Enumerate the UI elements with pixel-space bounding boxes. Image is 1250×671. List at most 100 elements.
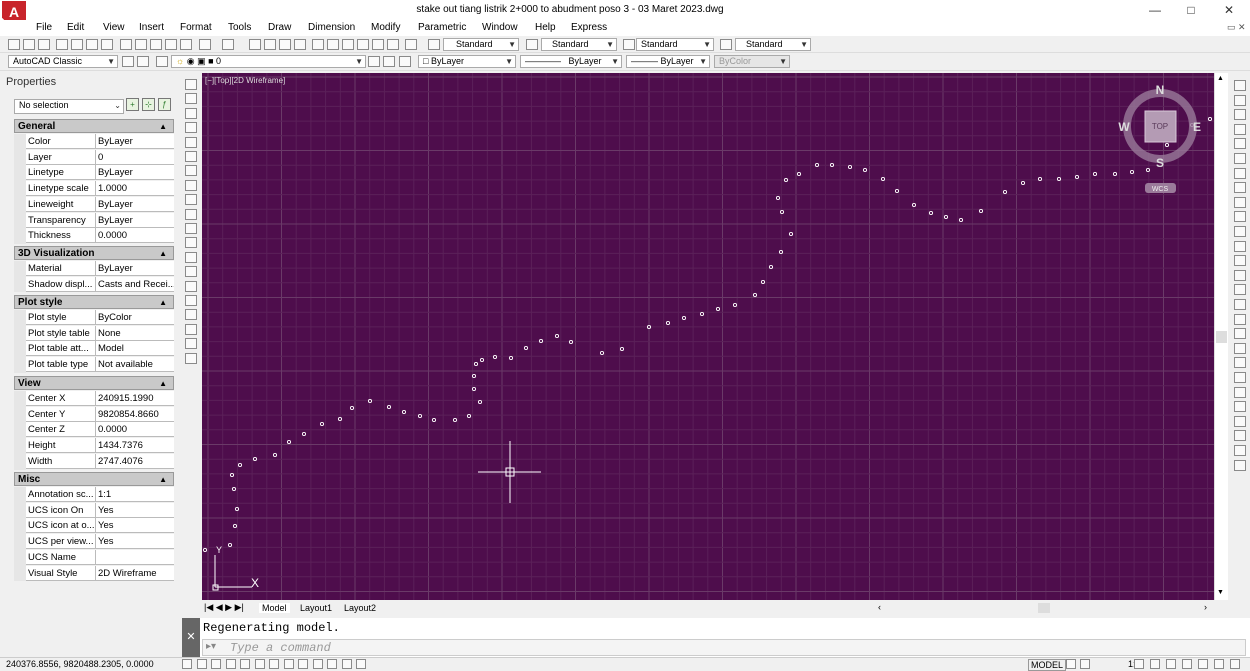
blend-curves-icon[interactable] — [1234, 313, 1246, 325]
match-properties-icon[interactable] — [165, 39, 177, 50]
section-3d-visualization[interactable]: 3D Visualization ▲ — [14, 246, 174, 260]
offset-icon[interactable] — [1234, 123, 1246, 135]
property-row[interactable]: Center X 240915.1990 — [26, 391, 174, 406]
viewcube[interactable]: TOP N S W E WCS — [1118, 83, 1201, 193]
scale-icon[interactable] — [1234, 182, 1246, 194]
property-value[interactable]: Yes — [95, 502, 174, 517]
property-row[interactable]: UCS icon at o... Yes — [26, 518, 174, 534]
hatch-icon[interactable] — [185, 280, 197, 292]
menu-modify[interactable]: Modify — [371, 22, 400, 33]
move-icon[interactable] — [1234, 153, 1246, 164]
mleader-style-combo[interactable]: Standard ▼ — [735, 38, 811, 51]
help-icon[interactable] — [405, 39, 417, 50]
menu-insert[interactable]: Insert — [139, 22, 164, 33]
revision-cloud-icon[interactable] — [185, 179, 197, 191]
property-value[interactable]: 0 — [95, 149, 174, 164]
osnap-toggle-icon[interactable] — [240, 659, 250, 669]
polyline-icon[interactable] — [185, 107, 197, 119]
annotation-visibility-icon[interactable] — [1134, 659, 1144, 669]
isolate-objects-icon[interactable] — [1198, 659, 1208, 669]
quick-properties-toggle-icon[interactable] — [341, 659, 352, 669]
spline-icon[interactable] — [185, 194, 197, 206]
property-value[interactable]: 0.0000 — [95, 228, 174, 243]
property-value[interactable]: Not available — [95, 357, 174, 372]
property-row[interactable]: Visual Style 2D Wireframe — [26, 565, 174, 581]
lineweight-display-toggle-icon[interactable] — [312, 659, 323, 669]
scale-text-icon[interactable] — [1234, 445, 1246, 456]
minimize-button[interactable]: — — [1143, 2, 1167, 18]
lock-ui-icon[interactable] — [1182, 659, 1192, 669]
viewport-controls[interactable]: [−][Top][2D Wireframe] — [205, 76, 285, 85]
tab-nav-icons[interactable]: |◀ ◀ ▶ ▶| — [204, 602, 244, 613]
array-icon[interactable] — [1234, 138, 1246, 150]
property-row[interactable]: UCS Name — [26, 549, 174, 565]
dyn-toggle-icon[interactable] — [298, 659, 308, 669]
extend-icon[interactable] — [1234, 226, 1246, 237]
property-value[interactable]: 240915.1990 — [95, 391, 174, 405]
property-row[interactable]: UCS per view... Yes — [26, 534, 174, 550]
property-value[interactable]: Yes — [95, 518, 174, 533]
dim-style-combo[interactable]: Standard ▼ — [541, 38, 617, 51]
scroll-right-icon[interactable]: › — [1204, 602, 1207, 612]
property-row[interactable]: Linetype ByLayer — [26, 165, 174, 181]
layer-manager-icon[interactable] — [156, 56, 168, 67]
plot-preview-icon[interactable] — [71, 39, 83, 50]
menu-file[interactable]: File — [36, 22, 52, 33]
scroll-left-icon[interactable]: ‹ — [878, 602, 881, 612]
send-under-icon[interactable] — [1234, 401, 1246, 413]
collapse-icon[interactable]: ▲ — [159, 473, 167, 487]
compass-n-label[interactable]: N — [1156, 83, 1165, 97]
toggle-pickadd-icon[interactable]: + — [126, 98, 139, 111]
property-row[interactable]: Plot style table None — [26, 325, 174, 341]
collapse-icon[interactable]: ▲ — [159, 247, 167, 261]
menu-view[interactable]: View — [103, 22, 125, 33]
design-center-icon[interactable] — [327, 39, 339, 50]
property-value[interactable]: ByLayer — [95, 134, 174, 148]
text-style-combo[interactable]: Standard ▼ — [443, 38, 519, 51]
zoom-window-icon[interactable] — [279, 39, 291, 50]
menu-window[interactable]: Window — [482, 22, 518, 33]
property-value[interactable]: ByLayer — [95, 196, 174, 211]
tab-layout1[interactable]: Layout1 — [300, 603, 332, 613]
property-row[interactable]: Shadow displ... Casts and Recei... — [26, 276, 174, 292]
close-button[interactable]: ✕ — [1217, 2, 1241, 18]
workspace-switching-icon[interactable] — [1166, 659, 1176, 669]
scroll-up-icon[interactable]: ▲ — [1217, 75, 1224, 82]
3d-osnap-toggle-icon[interactable] — [254, 659, 265, 669]
layer-combo[interactable]: ☼ ◉ ▣ ■ 0 ▼ — [171, 55, 366, 68]
property-value[interactable]: Yes — [95, 534, 174, 549]
copy-icon[interactable] — [135, 39, 147, 50]
model-space-svg[interactable]: Y X TOP N S W E WCS — [202, 73, 1214, 600]
make-current-layer-icon[interactable] — [368, 56, 380, 67]
trim-icon[interactable] — [1234, 211, 1246, 223]
select-objects-icon[interactable]: ⊹ — [142, 98, 155, 111]
transparency-toggle-icon[interactable] — [327, 659, 337, 669]
property-value[interactable]: 9820854.8660 — [95, 406, 174, 421]
menu-dimension[interactable]: Dimension — [308, 22, 355, 33]
menu-format[interactable]: Format — [180, 22, 212, 33]
copy-object-icon[interactable] — [1234, 94, 1246, 106]
gradient-icon[interactable] — [185, 295, 197, 306]
ortho-toggle-icon[interactable] — [211, 659, 221, 669]
multiline-text-icon[interactable] — [185, 338, 197, 350]
compass-w-label[interactable]: W — [1118, 120, 1130, 134]
circle-icon[interactable] — [185, 165, 197, 177]
doc-window-controls-icon[interactable]: ▭ ✕ — [1227, 22, 1246, 33]
menu-tools[interactable]: Tools — [228, 22, 251, 33]
grid-display-toggle-icon[interactable] — [196, 659, 207, 669]
property-value[interactable] — [95, 549, 174, 564]
menu-draw[interactable]: Draw — [268, 22, 291, 33]
save-icon[interactable] — [38, 39, 50, 50]
collapse-icon[interactable]: ▲ — [159, 296, 167, 310]
property-row[interactable]: Linetype scale 1.0000 — [26, 181, 174, 197]
clean-screen-icon[interactable] — [1230, 659, 1240, 669]
ellipse-arc-icon[interactable] — [185, 223, 197, 234]
break-icon[interactable] — [1234, 255, 1246, 267]
horizontal-scroll-thumb[interactable] — [1038, 603, 1050, 613]
property-value[interactable]: 1.0000 — [95, 181, 174, 196]
layer-properties-icon[interactable] — [137, 56, 149, 67]
property-value[interactable]: None — [95, 325, 174, 340]
3d-dwf-icon[interactable] — [101, 39, 113, 50]
selection-cycling-toggle-icon[interactable] — [356, 659, 366, 669]
sheet-set-icon[interactable] — [357, 39, 369, 50]
